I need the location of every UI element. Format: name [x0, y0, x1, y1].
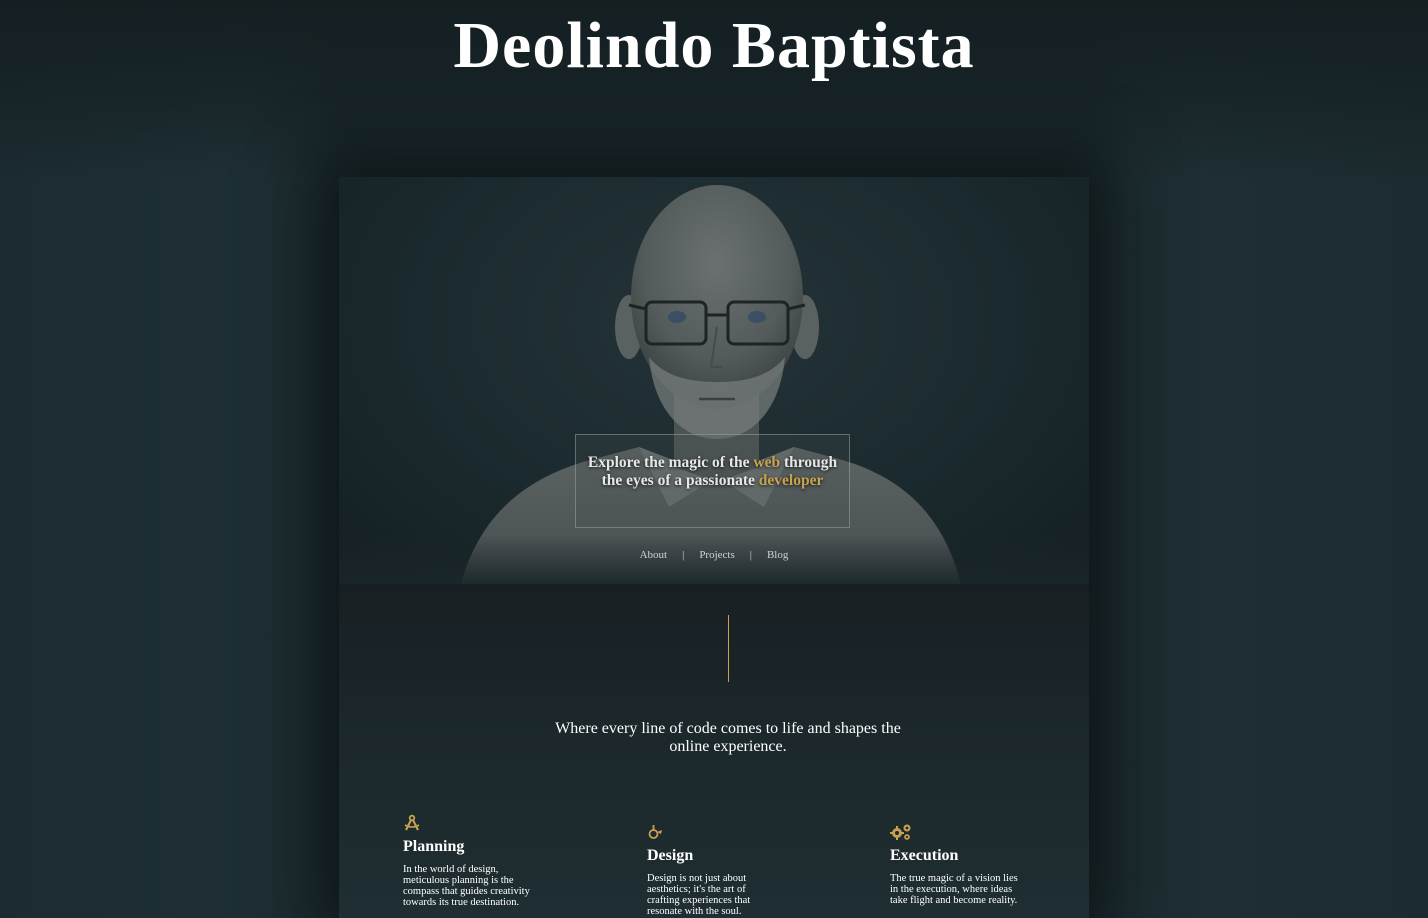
intro-subtitle: Where every line of code comes to life a… — [555, 720, 901, 755]
nav-link-about[interactable]: About — [640, 549, 668, 561]
feature-text: In the world of design, meticulous plann… — [403, 864, 530, 908]
compass-drafting-icon — [404, 814, 420, 831]
feature-title: Planning — [403, 838, 465, 855]
tagline-highlight-developer: developer — [758, 472, 824, 489]
nav-separator: | — [682, 549, 685, 561]
pen-nib-icon — [648, 825, 662, 839]
feature-text: The true magic of a vision lies in the e… — [890, 873, 1018, 906]
feature-execution: Execution The true magic of a vision lie… — [890, 823, 1020, 906]
tagline-box: Explore the magic of the web through the… — [575, 434, 850, 528]
tagline-highlight-web: web — [753, 454, 781, 471]
hero-section: Explore the magic of the web through the… — [339, 177, 1089, 584]
feature-planning: Planning In the world of design, meticul… — [403, 814, 533, 908]
main-card: Explore the magic of the web through the… — [339, 177, 1089, 918]
gears-icon — [890, 824, 911, 840]
feature-title: Design — [647, 847, 694, 864]
nav-separator: | — [749, 549, 752, 561]
intro-section: Where every line of code comes to life a… — [339, 584, 1089, 918]
feature-text: Design is not just about aesthetics; it'… — [647, 873, 751, 917]
site-title: Deolindo Baptista — [453, 9, 975, 82]
feature-design: Design Design is not just about aestheti… — [647, 823, 777, 917]
nav-link-projects[interactable]: Projects — [699, 549, 734, 561]
nav-link-blog[interactable]: Blog — [767, 549, 788, 561]
hero-nav: About | Projects | Blog — [339, 549, 1089, 561]
feature-title: Execution — [890, 847, 959, 864]
divider-line — [728, 615, 729, 682]
tagline-text-start: Explore the magic of the — [587, 454, 754, 471]
